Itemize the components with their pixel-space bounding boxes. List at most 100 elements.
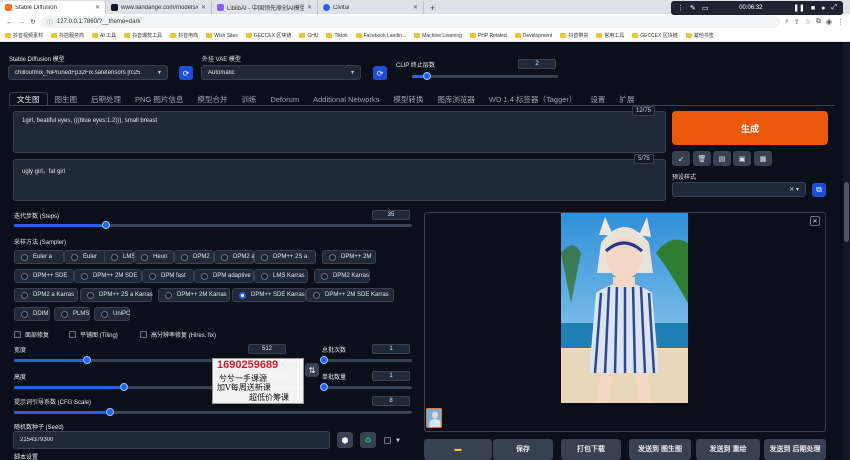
close-icon[interactable]: ✕ xyxy=(307,4,312,11)
image-button[interactable]: ▦ xyxy=(754,151,772,166)
action-button[interactable]: 发送到 后期处理 xyxy=(764,439,826,460)
bookmark-item[interactable]: PHP Related xyxy=(469,33,507,39)
monitor-icon[interactable]: ▭ xyxy=(702,4,709,12)
steps-slider-handle[interactable] xyxy=(101,221,110,229)
sampler-option[interactable]: DPM++ 2M SDE Karras xyxy=(306,288,394,302)
bookmark-item[interactable]: 抖音电商 xyxy=(170,32,198,39)
clip-value-input[interactable]: 2 xyxy=(518,59,556,69)
action-button[interactable]: 保存 xyxy=(493,439,553,460)
vae-dropdown[interactable]: Automatic ▾ xyxy=(201,65,361,80)
recorder-handle-icon[interactable]: ⋮ xyxy=(677,4,684,12)
batch-size-input[interactable]: 1 xyxy=(372,371,410,381)
negative-prompt-textarea[interactable]: ugly girl，fat girl xyxy=(13,159,666,201)
sampler-option[interactable]: LMS Karras xyxy=(254,269,308,283)
share-icon[interactable]: ⇪ xyxy=(794,18,800,26)
batch-count-input[interactable]: 1 xyxy=(372,344,410,354)
sampler-option[interactable]: DPM adaptive xyxy=(194,269,254,283)
styles-dropdown[interactable]: ✕ ▾ xyxy=(672,182,806,197)
forward-icon[interactable]: → xyxy=(18,19,25,26)
sampler-option[interactable]: DPM++ SDE Karras xyxy=(232,288,306,302)
steps-value-input[interactable]: 35 xyxy=(372,210,410,220)
batch-size-slider[interactable] xyxy=(320,383,412,391)
radio-button[interactable] xyxy=(201,272,208,280)
seed-input[interactable]: 2154379300 xyxy=(13,431,330,449)
cfg-slider-handle[interactable] xyxy=(105,408,114,416)
reuse-seed-button[interactable]: ♻ xyxy=(360,432,376,448)
bookmark-item[interactable]: AI 工具 xyxy=(92,32,116,39)
checkbox-box[interactable] xyxy=(140,331,147,338)
radio-button[interactable] xyxy=(87,291,94,299)
menu-icon[interactable]: ⋮ xyxy=(837,18,844,26)
radio-button[interactable] xyxy=(101,310,108,318)
apply-styles-button[interactable]: ⧉ xyxy=(812,183,826,197)
radio-button[interactable] xyxy=(239,291,246,299)
close-icon[interactable]: ✕ xyxy=(201,4,206,11)
close-icon[interactable]: ✕ xyxy=(95,4,100,11)
radio-button[interactable] xyxy=(21,272,28,280)
arrow-button[interactable]: ↙ xyxy=(672,151,690,166)
sampler-option[interactable]: DPM++ SDE xyxy=(14,269,74,283)
bookmark-item[interactable]: GHU xyxy=(299,33,318,39)
action-button[interactable]: 发送到 图生图 xyxy=(629,439,691,460)
open-folder-button[interactable]: ▬ xyxy=(424,439,492,460)
tab-3[interactable]: PNG 图片信息 xyxy=(128,92,190,106)
tab-8[interactable]: 模型转换 xyxy=(386,92,430,106)
checkbox-box[interactable] xyxy=(384,437,391,444)
sampler-option[interactable]: DPM++ 2M SDE xyxy=(74,269,142,283)
height-slider-handle[interactable] xyxy=(120,383,129,391)
bookmark-item[interactable]: Machine Learning xyxy=(414,33,462,39)
pause-icon[interactable]: ❚❚ xyxy=(793,4,805,12)
tab-2[interactable]: 后期处理 xyxy=(84,92,128,106)
prompt-textarea[interactable]: 1girl, beatiful eyes, (((blue eyes:1.2))… xyxy=(13,111,666,153)
bookmark-item[interactable]: 常用工具 xyxy=(596,32,624,39)
page-scrollbar[interactable] xyxy=(843,42,850,460)
batch-count-slider-handle[interactable] xyxy=(320,356,328,364)
clipboard-button[interactable]: ▣ xyxy=(733,151,751,166)
width-slider-handle[interactable] xyxy=(82,356,91,364)
bookmark-item[interactable]: Development xyxy=(514,33,552,39)
bookmark-item[interactable]: GECCEX 区块链 xyxy=(632,32,678,39)
sampler-option[interactable]: DPM++ 2S a Karras xyxy=(80,288,153,302)
sampler-option[interactable]: Heun xyxy=(134,250,174,264)
expand-icon[interactable]: ⤢ xyxy=(831,4,837,12)
radio-button[interactable] xyxy=(61,310,68,318)
radio-button[interactable] xyxy=(313,291,320,299)
pen-icon[interactable]: ✎ xyxy=(690,4,696,12)
bookmark-item[interactable]: 抖音视频素材 xyxy=(5,32,43,39)
tab-1[interactable]: 图生图 xyxy=(48,92,85,106)
bookmark-item[interactable]: 抖音爆款工具 xyxy=(124,32,162,39)
sampler-option[interactable]: DDIM xyxy=(14,307,50,321)
star-icon[interactable]: ☆ xyxy=(805,18,811,26)
random-seed-button[interactable]: ⬢ xyxy=(337,432,353,448)
radio-button[interactable] xyxy=(321,272,328,280)
hires-fix-checkbox[interactable]: 高分辨率修复 (Hires. fix) xyxy=(140,330,216,339)
radio-button[interactable] xyxy=(329,253,336,261)
sampler-option[interactable]: DPM2 xyxy=(174,250,214,264)
refresh-model-button[interactable]: ⟳ xyxy=(179,66,193,80)
bookmark-item[interactable]: 抖店服务商 xyxy=(51,32,84,39)
tab-12[interactable]: 扩展 xyxy=(612,92,641,106)
radio-button[interactable] xyxy=(21,253,28,261)
sampler-option[interactable]: DPM2 Karras xyxy=(314,269,370,283)
steps-slider[interactable] xyxy=(14,221,412,229)
sampler-option[interactable]: DPM2 a Karras xyxy=(14,288,78,302)
batch-count-slider[interactable] xyxy=(320,356,412,364)
radio-button[interactable] xyxy=(181,253,188,261)
save-button[interactable]: ▤ xyxy=(713,151,731,166)
action-button[interactable]: 发送到 重绘 xyxy=(696,439,760,460)
tab-5[interactable]: 训练 xyxy=(234,92,263,106)
cfg-value-input[interactable]: 8 xyxy=(372,396,410,406)
sampler-option[interactable]: PLMS xyxy=(54,307,90,321)
cfg-slider[interactable] xyxy=(14,408,412,416)
browser-tab-liblib[interactable]: LiblibAI - 中国领先原创AI模型分 ✕ xyxy=(212,1,318,14)
clip-slider-handle[interactable] xyxy=(422,72,431,80)
browser-tab-liandange[interactable]: www.liandange.com/models/c ✕ xyxy=(106,1,212,14)
tab-11[interactable]: 设置 xyxy=(583,92,612,106)
generate-button[interactable]: 生成 xyxy=(672,111,828,145)
radio-button[interactable] xyxy=(149,272,156,280)
radio-button[interactable] xyxy=(71,253,78,261)
search-icon[interactable]: ⌕ xyxy=(785,18,789,26)
bookmark-item[interactable]: Wish Sites xyxy=(206,33,238,39)
width-value-input[interactable]: 512 xyxy=(248,344,286,354)
radio-button[interactable] xyxy=(21,291,28,299)
